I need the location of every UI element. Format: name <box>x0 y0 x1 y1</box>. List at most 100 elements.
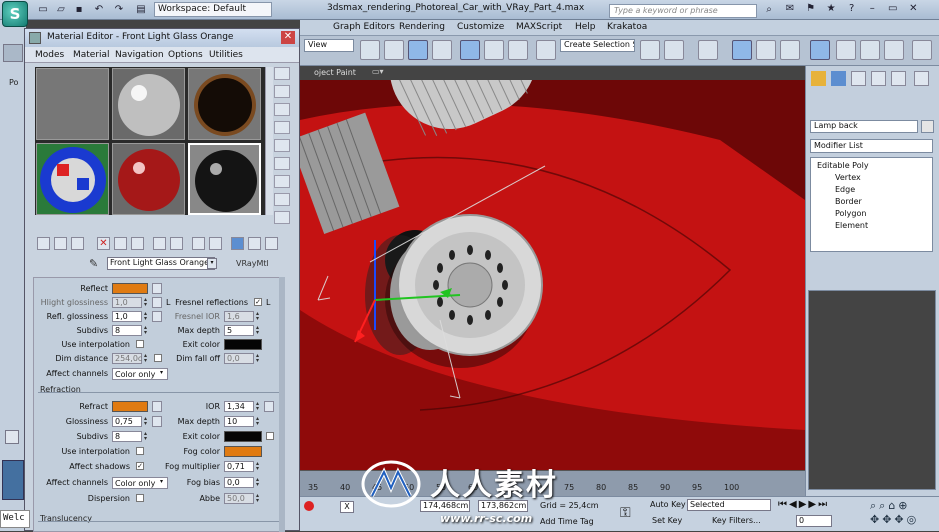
put-to-scene-icon[interactable] <box>54 237 67 250</box>
material-name-field[interactable]: Front Light Glass Orange <box>107 257 215 270</box>
perspective-viewport[interactable] <box>300 80 805 470</box>
fog-multiplier-field[interactable]: 0,71 <box>224 461 254 472</box>
search-input[interactable]: Type a keyword or phrase <box>609 4 757 18</box>
stack-item-polygon[interactable]: Polygon <box>835 209 866 218</box>
app-logo-icon[interactable]: S <box>2 1 28 27</box>
show-map-in-viewport-icon[interactable] <box>192 237 205 250</box>
scale-icon[interactable] <box>432 40 452 60</box>
scene-explorer-icon[interactable] <box>732 40 752 60</box>
edit-named-sets-icon[interactable] <box>536 40 556 60</box>
save-file-icon[interactable]: ▪ <box>72 3 86 16</box>
object-name-field[interactable]: Lamp back <box>810 120 918 133</box>
sample-slot-4[interactable] <box>36 143 109 215</box>
refr-use-interpolation-checkbox[interactable] <box>136 447 144 455</box>
refr-subdivs-field[interactable]: 8 <box>112 431 142 442</box>
open-file-icon[interactable]: ▱ <box>54 3 68 16</box>
ior-spinner[interactable]: ▴ ▾ <box>254 401 261 412</box>
motion-tab-icon[interactable] <box>871 71 886 86</box>
layer-manager-icon[interactable] <box>698 40 718 60</box>
fog-bias-field[interactable]: 0,0 <box>224 477 254 488</box>
stack-item-element[interactable]: Element <box>835 221 868 230</box>
render-production-icon[interactable] <box>884 40 904 60</box>
refl-subdivs-field[interactable]: 8 <box>112 325 142 336</box>
close-icon[interactable]: ✕ <box>905 2 921 16</box>
hilight-glossiness-map-button[interactable] <box>152 297 162 308</box>
ior-map-button[interactable] <box>264 401 274 412</box>
maxscript-mini-listener[interactable]: Welc <box>0 510 30 528</box>
dim-distance-checkbox[interactable] <box>154 354 162 362</box>
hilight-glossiness-field[interactable]: 1,0 <box>112 297 142 308</box>
sample-slot-2[interactable] <box>112 68 185 140</box>
material-id-channel-icon[interactable] <box>170 237 183 250</box>
add-time-tag[interactable]: Add Time Tag <box>540 517 594 526</box>
hilight-glossiness-spinner[interactable]: ▴ ▾ <box>142 297 149 308</box>
reference-coordinate-dropdown[interactable]: View <box>304 39 354 52</box>
communication-icon[interactable]: ⚑ <box>803 2 819 16</box>
reflect-map-button[interactable] <box>152 283 162 294</box>
sample-slot-1[interactable] <box>36 68 109 140</box>
refl-glossiness-map-button[interactable] <box>152 311 162 322</box>
sample-slots-scrollbar[interactable] <box>265 67 273 215</box>
viewport-label[interactable]: oject Paint <box>314 68 356 77</box>
menu-help[interactable]: Help <box>575 22 596 32</box>
set-key-button[interactable]: Set Key <box>652 516 682 525</box>
expand-icon[interactable] <box>5 430 19 444</box>
refr-max-depth-field[interactable]: 10 <box>224 416 254 427</box>
key-icon[interactable]: ⚿ <box>620 505 631 521</box>
stack-item-edge[interactable]: Edge <box>835 185 855 194</box>
auto-key-button[interactable]: Auto Key <box>650 500 686 509</box>
viewport-navigation-controls[interactable]: ⌕⌕⌂⊕ ✥✥✥◎ <box>870 499 936 527</box>
assign-to-selection-icon[interactable] <box>71 237 84 250</box>
modify-tab-icon[interactable] <box>831 71 846 86</box>
menu-krakatoa[interactable]: Krakatoa <box>607 22 647 32</box>
refract-color-swatch[interactable] <box>112 401 148 412</box>
fresnel-ior-field[interactable]: 1,6 <box>224 311 254 322</box>
refr-exit-color-checkbox[interactable] <box>266 432 274 440</box>
angle-snap-icon[interactable] <box>460 40 480 60</box>
refr-glossiness-map-button[interactable] <box>152 416 162 427</box>
sample-slot-5[interactable] <box>112 143 185 215</box>
workspace-dropdown[interactable]: Workspace: Default <box>154 2 272 17</box>
menu-customize[interactable]: Customize <box>457 22 504 32</box>
selection-set-dropdown[interactable]: Create Selection Se <box>560 39 635 52</box>
refl-glossiness-spinner[interactable]: ▴ ▾ <box>142 311 149 322</box>
dispersion-checkbox[interactable] <box>136 494 144 502</box>
menu-graph-editors[interactable]: Graph Editors <box>333 22 395 32</box>
dim-distance-field[interactable]: 254,0c <box>112 353 142 364</box>
material-map-navigator-icon[interactable] <box>274 211 290 224</box>
minilistener-icon[interactable] <box>2 460 24 500</box>
refl-glossiness-field[interactable]: 1,0 <box>112 311 142 322</box>
percent-snap-icon[interactable] <box>484 40 504 60</box>
favorites-icon[interactable]: ★ <box>823 2 839 16</box>
pick-material-icon[interactable] <box>265 237 278 250</box>
refl-max-depth-spinner[interactable]: ▴ ▾ <box>254 325 261 336</box>
menu-utilities[interactable]: Utilities <box>209 50 243 60</box>
refr-exit-color-swatch[interactable] <box>224 431 262 442</box>
stack-item-editable-poly[interactable]: Editable Poly <box>817 161 869 170</box>
refr-max-depth-spinner[interactable]: ▴ ▾ <box>254 416 261 427</box>
fresnel-reflections-checkbox[interactable]: ✓ <box>254 298 262 306</box>
refl-max-depth-field[interactable]: 5 <box>224 325 254 336</box>
make-unique-icon[interactable] <box>131 237 144 250</box>
create-tab-icon[interactable] <box>811 71 826 86</box>
material-editor-icon[interactable] <box>810 40 830 60</box>
snap-icon[interactable] <box>3 44 23 62</box>
refl-subdivs-spinner[interactable]: ▴ ▾ <box>142 325 149 336</box>
maximize-icon[interactable]: ▭ <box>885 2 901 16</box>
render-setup-icon[interactable] <box>836 40 856 60</box>
current-frame-field[interactable]: 0 <box>796 515 832 527</box>
modifier-list-dropdown[interactable]: Modifier List <box>810 139 933 153</box>
stack-item-border[interactable]: Border <box>835 197 862 206</box>
options-icon[interactable] <box>274 175 290 188</box>
get-material-icon[interactable] <box>37 237 50 250</box>
sample-uv-tiling-icon[interactable] <box>274 121 290 134</box>
sample-type-icon[interactable] <box>274 67 290 80</box>
object-color-swatch[interactable] <box>921 120 934 133</box>
search-icon[interactable]: ⌕ <box>762 3 776 16</box>
abbe-spinner[interactable]: ▴ ▾ <box>254 493 261 504</box>
close-icon[interactable]: ✕ <box>281 31 295 44</box>
align-icon[interactable] <box>664 40 684 60</box>
ribbon-toggle-icon[interactable]: ▭▾ <box>372 67 384 76</box>
menu-modes[interactable]: Modes <box>35 50 64 60</box>
spinner-snap-icon[interactable] <box>508 40 528 60</box>
